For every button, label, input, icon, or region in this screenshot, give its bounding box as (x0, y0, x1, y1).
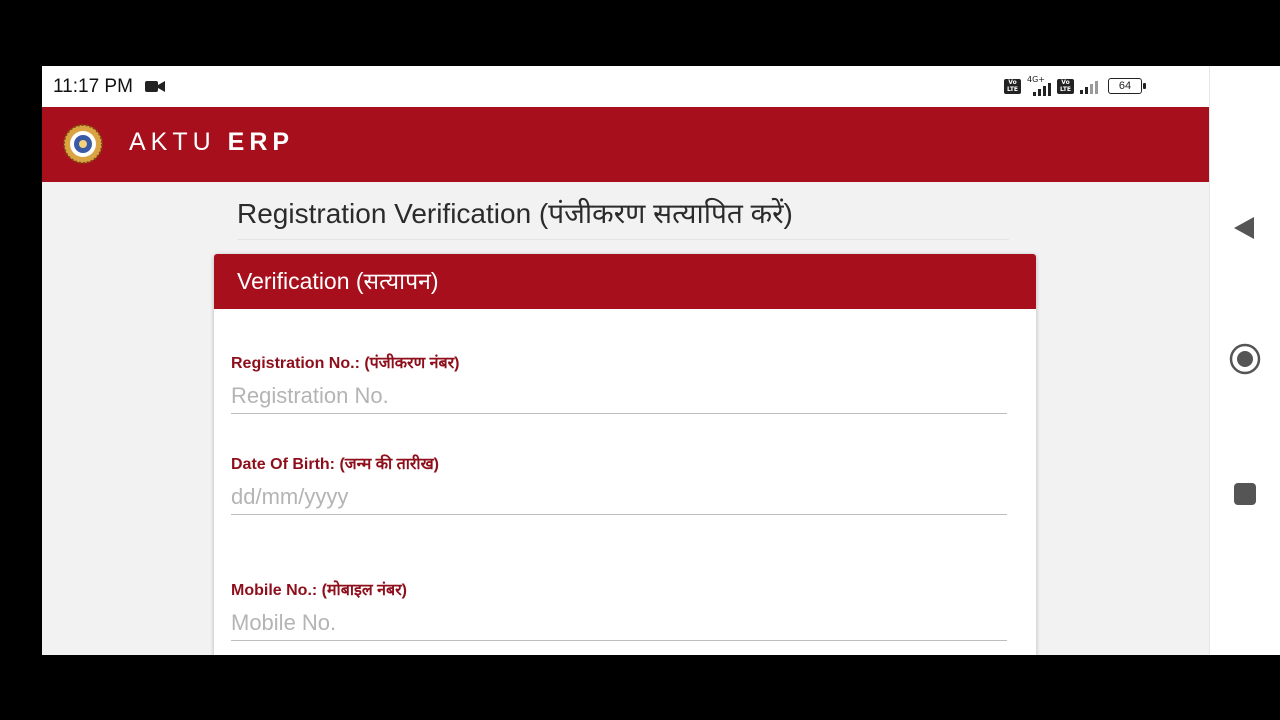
status-bar: 11:17 PM Vo LTE 4G+ Vo LTE 64 (42, 66, 1209, 107)
verification-card: Verification (सत्यापन) Registration No.:… (214, 254, 1036, 655)
battery-level: 64 (1118, 80, 1132, 92)
title-divider (237, 239, 1009, 240)
date-of-birth-label: Date Of Birth: (जन्म की तारीख) (231, 456, 439, 473)
brand-light: AKTU (129, 128, 216, 156)
brand-bold: ERP (227, 128, 295, 156)
volte-icon: Vo LTE (1004, 78, 1021, 94)
status-time: 11:17 PM (53, 76, 133, 97)
registration-number-label: Registration No.: (पंजीकरण नंबर) (231, 355, 460, 372)
signal-icon: 4G+ (1027, 75, 1051, 96)
page-title: Registration Verification (पंजीकरण सत्या… (237, 198, 793, 229)
video-camera-icon (145, 81, 165, 92)
recents-icon[interactable] (1233, 482, 1257, 506)
card-title: Verification (सत्यापन) (214, 254, 1036, 309)
phone-screen: 11:17 PM Vo LTE 4G+ Vo LTE 64 AKTU ERP R… (42, 66, 1280, 655)
mobile-number-input[interactable] (231, 606, 1007, 641)
app-header: AKTU ERP (42, 107, 1209, 182)
android-nav-bar (1209, 66, 1280, 655)
brand-name: AKTU ERP (129, 128, 294, 157)
battery-icon: 64 (1108, 78, 1146, 94)
date-of-birth-input[interactable] (231, 480, 1007, 515)
volte-icon: Vo LTE (1057, 78, 1074, 94)
home-icon[interactable] (1229, 343, 1261, 375)
mobile-number-label: Mobile No.: (मोबाइल नंबर) (231, 582, 408, 599)
aktu-logo-icon[interactable] (63, 124, 103, 164)
status-icons: Vo LTE 4G+ Vo LTE 64 (1004, 75, 1146, 96)
signal-icon (1080, 78, 1098, 94)
registration-number-input[interactable] (231, 379, 1007, 414)
back-icon[interactable] (1232, 215, 1256, 241)
